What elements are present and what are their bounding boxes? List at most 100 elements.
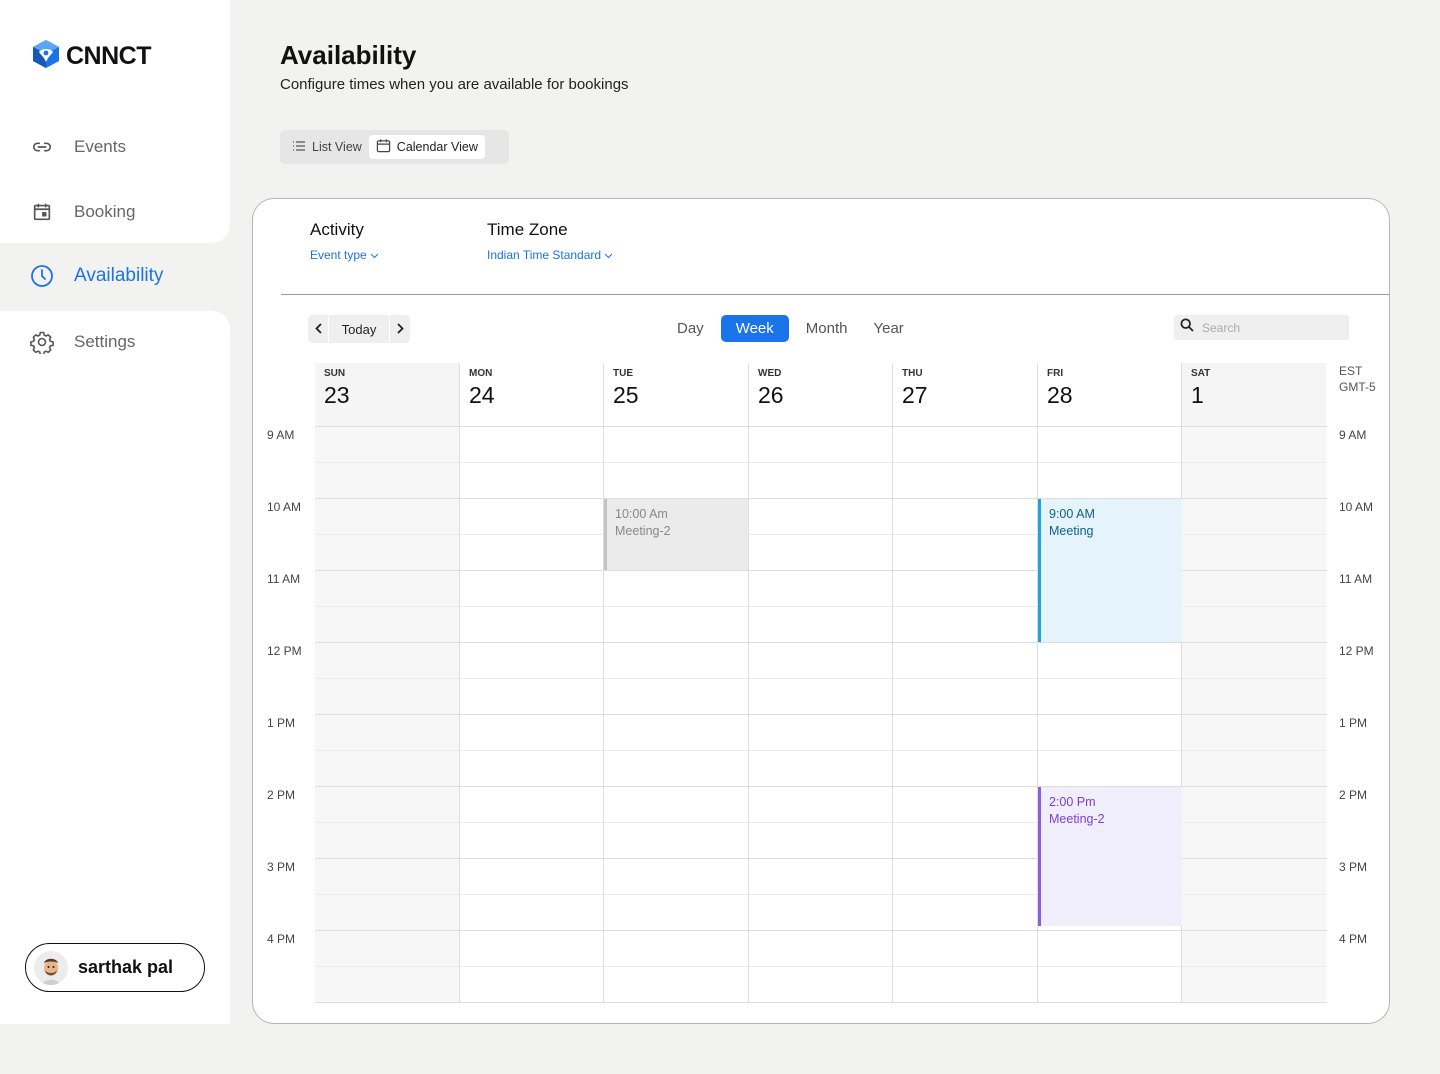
day-header-fri[interactable]: FRI 28: [1038, 363, 1182, 426]
day-of-week: MON: [469, 368, 493, 379]
search-box: [1174, 315, 1349, 340]
day-header-wed[interactable]: WED 26: [749, 363, 893, 426]
day-header-mon[interactable]: MON 24: [460, 363, 604, 426]
clock-icon: [30, 264, 54, 288]
date-navigation: Today: [308, 315, 410, 343]
day-of-week: FRI: [1047, 368, 1064, 379]
hour-label-right: 1 PM: [1339, 716, 1368, 730]
sidebar-item-label: Availability: [74, 265, 164, 286]
day-header-sun[interactable]: SUN 23: [315, 363, 459, 426]
day-number: 28: [1047, 382, 1073, 408]
day-of-week: SAT: [1191, 368, 1211, 379]
tab-month[interactable]: Month: [797, 315, 857, 342]
day-of-week: WED: [758, 368, 782, 379]
day-number: 26: [758, 382, 784, 408]
hour-label-right: 12 PM: [1339, 644, 1374, 658]
day-number: 24: [469, 382, 495, 408]
sidebar-item-booking[interactable]: Booking: [30, 200, 135, 224]
event-block[interactable]: 2:00 Pm Meeting-2: [1038, 787, 1182, 926]
hour-label: 10 AM: [267, 500, 302, 514]
sidebar-item-label: Booking: [74, 202, 136, 221]
day-of-week: THU: [902, 368, 923, 379]
tab-day[interactable]: Day: [668, 315, 713, 342]
event-time: 2:00 Pm: [1049, 795, 1096, 809]
grid-line: [315, 750, 1327, 751]
event-block[interactable]: 9:00 AM Meeting: [1038, 499, 1182, 642]
activity-dropdown[interactable]: Event type: [310, 248, 379, 262]
hour-label: 2 PM: [267, 788, 296, 802]
event-time: 9:00 AM: [1049, 507, 1095, 521]
brand-name: CNNCT: [66, 42, 152, 70]
hour-label-right: 10 AM: [1339, 500, 1374, 514]
timezone-dropdown[interactable]: Indian Time Standard: [487, 248, 613, 262]
hour-label: 1 PM: [267, 716, 296, 730]
link-icon: [30, 135, 54, 159]
grid-line: [315, 426, 1327, 427]
event-title: Meeting: [1049, 524, 1094, 538]
calendar-view-button[interactable]: Calendar View: [368, 135, 485, 159]
page-subtitle: Configure times when you are available f…: [280, 76, 629, 93]
avatar: [34, 950, 68, 985]
sidebar: CNNCT Events Booking Availability Settin…: [0, 0, 230, 1024]
cube-logo-icon: [30, 38, 62, 75]
day-of-week: TUE: [613, 368, 633, 379]
sidebar-item-events[interactable]: Events: [30, 135, 126, 159]
grid-line: [315, 642, 1327, 643]
chevron-right-icon: [396, 322, 404, 337]
today-button[interactable]: Today: [328, 315, 390, 343]
user-profile-button[interactable]: sarthak pal: [25, 943, 205, 992]
grid-line: [315, 930, 1327, 931]
tab-year[interactable]: Year: [864, 315, 912, 342]
tab-week[interactable]: Week: [720, 315, 789, 342]
activity-filter: Activity Event type: [310, 220, 379, 262]
gear-icon: [30, 330, 54, 354]
list-view-button[interactable]: List View: [285, 135, 369, 159]
hour-label: 11 AM: [267, 572, 301, 586]
view-toggle: List View Calendar View: [280, 130, 509, 164]
sidebar-item-availability[interactable]: Availability: [30, 264, 163, 288]
grid-line: [315, 462, 1327, 463]
timezone-dropdown-value: Indian Time Standard: [487, 248, 602, 262]
hour-label-right: 3 PM: [1339, 860, 1368, 874]
hour-label-right: 4 PM: [1339, 932, 1368, 946]
day-number: 25: [613, 382, 639, 408]
grid-line: [315, 714, 1327, 715]
tz-offset: GMT-5: [1339, 380, 1376, 394]
day-header-tue[interactable]: TUE 25: [604, 363, 748, 426]
sidebar-item-label: Settings: [74, 332, 136, 351]
day-header-thu[interactable]: THU 27: [893, 363, 1037, 426]
hour-label-right: 11 AM: [1339, 572, 1373, 586]
activity-dropdown-value: Event type: [310, 248, 367, 262]
sidebar-item-settings[interactable]: Settings: [30, 330, 135, 354]
day-of-week: SUN: [324, 368, 346, 379]
availability-card: Activity Event type Time Zone Indian Tim…: [252, 198, 1390, 1024]
event-block[interactable]: 10:00 Am Meeting-2: [604, 499, 748, 570]
hour-label: 12 PM: [267, 644, 302, 658]
search-input[interactable]: [1202, 320, 1342, 335]
day-number: 27: [902, 382, 928, 408]
chevron-down-icon: [604, 248, 613, 262]
day-number: 1: [1191, 382, 1204, 408]
hour-label: 4 PM: [267, 932, 296, 946]
next-week-button[interactable]: [390, 315, 410, 343]
hour-label-right: 9 AM: [1339, 428, 1367, 442]
hour-label: 3 PM: [267, 860, 296, 874]
brand-logo[interactable]: CNNCT: [30, 38, 152, 75]
range-tabs: Day Week Month Year: [668, 315, 913, 342]
grid-line: [315, 966, 1327, 967]
grid-line: [315, 678, 1327, 679]
timezone-filter-title: Time Zone: [487, 220, 568, 239]
column-separator: [892, 363, 893, 1002]
calendar-icon: [376, 138, 391, 156]
list-icon: [292, 140, 306, 155]
grid-line: [315, 1002, 1327, 1003]
hour-label-right: 2 PM: [1339, 788, 1368, 802]
calendar-view-label: Calendar View: [396, 140, 478, 154]
previous-week-button[interactable]: [308, 315, 328, 343]
day-header-sat[interactable]: SAT 1: [1182, 363, 1326, 426]
column-separator: [603, 363, 604, 1002]
event-title: Meeting-2: [1049, 812, 1105, 826]
sidebar-item-label: Events: [74, 137, 126, 156]
event-time: 10:00 Am: [615, 507, 668, 521]
calendar-icon: [30, 200, 54, 224]
